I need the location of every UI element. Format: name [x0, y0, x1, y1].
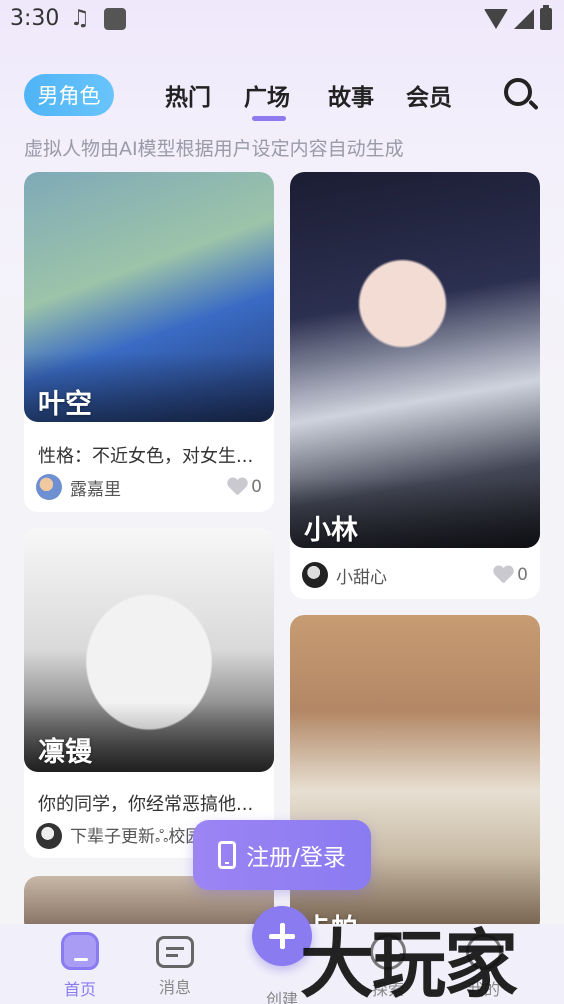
message-icon	[156, 936, 194, 968]
status-icons	[484, 5, 552, 30]
author-name: 露嘉里	[70, 479, 121, 500]
notification-icon	[104, 8, 126, 30]
nav-home[interactable]: 首页	[40, 932, 120, 1000]
phone-icon	[218, 841, 237, 869]
tab-hot[interactable]: 热门	[165, 78, 211, 112]
character-card[interactable]: 凛镘 你的同学，你经常恶搞他... 下辈子更新ஃ校园	[24, 528, 274, 858]
character-desc: 你的同学，你经常恶搞他...	[38, 794, 254, 815]
like-count: 0	[251, 477, 262, 497]
status-bar: 3:30 ♫	[0, 0, 564, 40]
nav-messages[interactable]: 消息	[135, 932, 215, 998]
watermark-logo: 大玩家	[300, 922, 518, 1004]
character-card[interactable]: 小林 小甜心 0	[290, 172, 540, 599]
login-label: 注册/登录	[246, 845, 346, 871]
tab-member[interactable]: 会员	[406, 78, 452, 112]
login-register-button[interactable]: 注册/登录	[193, 820, 371, 890]
character-name: 凛镘	[38, 737, 92, 768]
character-desc: 性格：不近女色，对女生...	[38, 446, 254, 467]
top-nav: 男角色 热门 广场 故事 会员	[0, 70, 564, 121]
avatar	[36, 822, 62, 849]
like-count: 0	[517, 565, 528, 585]
author-name: 下辈子更新ஃ校园	[70, 827, 203, 847]
author-info: 露嘉里	[36, 474, 121, 500]
music-icon: ♫	[70, 6, 90, 31]
author-info: 下辈子更新ஃ校园	[36, 822, 202, 849]
tab-story[interactable]: 故事	[328, 78, 374, 112]
nav-label: 消息	[158, 978, 191, 997]
character-name: 叶空	[38, 389, 92, 420]
character-image	[290, 172, 540, 548]
character-name: 小林	[304, 515, 358, 546]
heart-icon	[493, 566, 513, 584]
like-button[interactable]: 0	[227, 477, 262, 497]
character-card[interactable]: 叶空 性格：不近女色，对女生... 露嘉里 0	[24, 172, 274, 512]
avatar	[36, 474, 62, 500]
battery-icon	[540, 5, 552, 30]
status-time: 3:30	[10, 6, 60, 31]
ai-notice: 虚拟人物由AI模型根据用户设定内容自动生成	[24, 138, 404, 160]
active-tab-indicator	[252, 116, 286, 121]
like-button[interactable]: 0	[493, 565, 528, 585]
gender-filter-button[interactable]: 男角色	[24, 74, 114, 116]
heart-icon	[227, 478, 247, 496]
home-icon	[61, 932, 99, 970]
signal-icon	[514, 9, 534, 29]
nav-label: 首页	[63, 980, 96, 999]
search-icon[interactable]	[502, 76, 540, 114]
wifi-icon	[484, 9, 508, 29]
author-name: 小甜心	[336, 567, 387, 588]
author-info: 小甜心	[302, 562, 387, 588]
tab-square[interactable]: 广场	[244, 78, 290, 112]
avatar	[302, 562, 328, 588]
